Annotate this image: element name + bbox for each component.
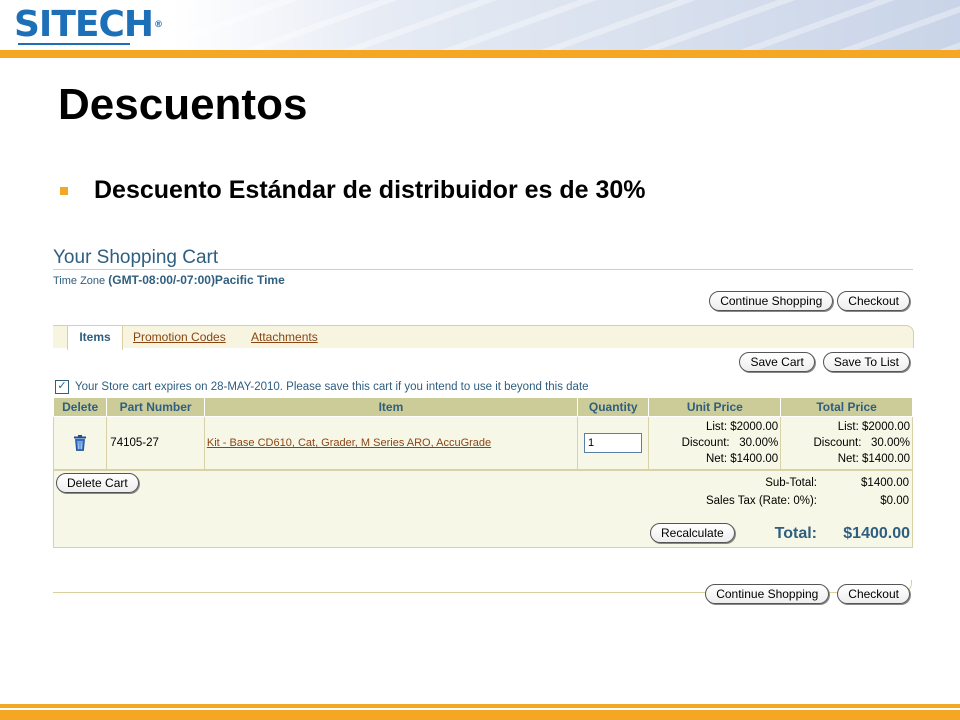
- unit-net-price: Net: $1400.00: [705, 453, 779, 465]
- continue-shopping-button[interactable]: Continue Shopping: [709, 291, 834, 311]
- footer-orange-bar: [0, 710, 960, 720]
- cart-tabs: Items Promotion Codes Attachments: [53, 325, 914, 350]
- column-header-part-number: Part Number: [106, 397, 205, 417]
- cart-summary: Delete Cart Sub-Total: $1400.00 Sales Ta…: [53, 470, 913, 548]
- recalculate-button[interactable]: Recalculate: [650, 523, 735, 543]
- item-cell: Kit - Base CD610, Cat, Grader, M Series …: [203, 416, 579, 470]
- bullet-square-icon: [60, 186, 68, 195]
- column-header-unit-price: Unit Price: [648, 397, 782, 417]
- time-zone-label: Time Zone: [53, 275, 106, 287]
- save-cart-button[interactable]: Save Cart: [739, 352, 815, 372]
- delete-cell: [52, 416, 108, 470]
- continue-shopping-button-bottom[interactable]: Continue Shopping: [705, 584, 830, 604]
- slide-title: Descuentos: [58, 80, 308, 129]
- table-row: 74105-27 Kit - Base CD610, Cat, Grader, …: [52, 416, 913, 470]
- unit-price-cell: List: $2000.00 Discount: 30.00% Net: $14…: [648, 416, 782, 470]
- bullet-text: Descuento Estándar de distribuidor es de…: [94, 176, 646, 204]
- column-header-quantity: Quantity: [577, 397, 650, 417]
- top-action-buttons: Continue Shopping Checkout: [709, 291, 910, 311]
- subtotal-value: $1400.00: [861, 477, 909, 489]
- subtotal-label: Sub-Total:: [765, 477, 817, 489]
- item-link[interactable]: Kit - Base CD610, Cat, Grader, M Series …: [207, 437, 491, 449]
- time-zone-value: (GMT-08:00/-07:00)Pacific Time: [108, 273, 285, 287]
- trash-icon[interactable]: [73, 435, 87, 451]
- bottom-action-buttons: Continue Shopping Checkout: [705, 584, 910, 604]
- column-header-item: Item: [203, 397, 579, 417]
- tab-items[interactable]: Items: [67, 326, 123, 350]
- sitech-logo: SITECH®: [14, 4, 163, 45]
- checkout-button-bottom[interactable]: Checkout: [837, 584, 910, 604]
- expiry-text: Your Store cart expires on 28-MAY-2010. …: [75, 381, 589, 393]
- column-header-delete: Delete: [52, 397, 108, 417]
- cart-title: Your Shopping Cart: [53, 247, 219, 268]
- total-value: $1400.00: [843, 525, 910, 542]
- total-label: Total:: [774, 525, 817, 542]
- cart-items-table: Delete Part Number Item Quantity Unit Pr…: [52, 397, 913, 470]
- column-header-total-price: Total Price: [780, 397, 913, 417]
- unit-discount: Discount: 30.00%: [681, 437, 779, 449]
- part-number-cell: 74105-27: [106, 416, 205, 470]
- total-discount: Discount: 30.00%: [813, 437, 910, 449]
- total-net-price: Net: $1400.00: [837, 453, 910, 465]
- logo-underline: [18, 43, 130, 45]
- save-buttons: Save Cart Save To List: [739, 352, 910, 372]
- delete-cart-button[interactable]: Delete Cart: [56, 473, 139, 493]
- quantity-cell: [577, 416, 650, 470]
- cart-expiry-notice: ✓ Your Store cart expires on 28-MAY-2010…: [55, 380, 589, 394]
- shopping-cart-panel: Your Shopping Cart Time Zone (GMT-08:00/…: [52, 246, 914, 604]
- checkout-button[interactable]: Checkout: [837, 291, 910, 311]
- time-zone: Time Zone (GMT-08:00/-07:00)Pacific Time: [53, 273, 913, 287]
- tab-promotion-codes[interactable]: Promotion Codes: [133, 326, 226, 348]
- total-list-price: List: $2000.00: [837, 421, 910, 433]
- header-orange-bar: [0, 50, 960, 58]
- quantity-input[interactable]: [584, 433, 643, 453]
- unit-list-price: List: $2000.00: [705, 421, 779, 433]
- tab-attachments[interactable]: Attachments: [251, 326, 318, 348]
- total-price-cell: List: $2000.00 Discount: 30.00% Net: $14…: [780, 416, 913, 470]
- checkmark-icon: ✓: [55, 380, 69, 394]
- table-header-row: Delete Part Number Item Quantity Unit Pr…: [52, 397, 913, 417]
- sales-tax-label: Sales Tax (Rate: 0%):: [705, 495, 817, 507]
- bullet-point: Descuento Estándar de distribuidor es de…: [60, 176, 646, 205]
- sales-tax-value: $0.00: [880, 495, 909, 507]
- save-to-list-button[interactable]: Save To List: [822, 352, 910, 372]
- footer-orange-line: [0, 704, 960, 708]
